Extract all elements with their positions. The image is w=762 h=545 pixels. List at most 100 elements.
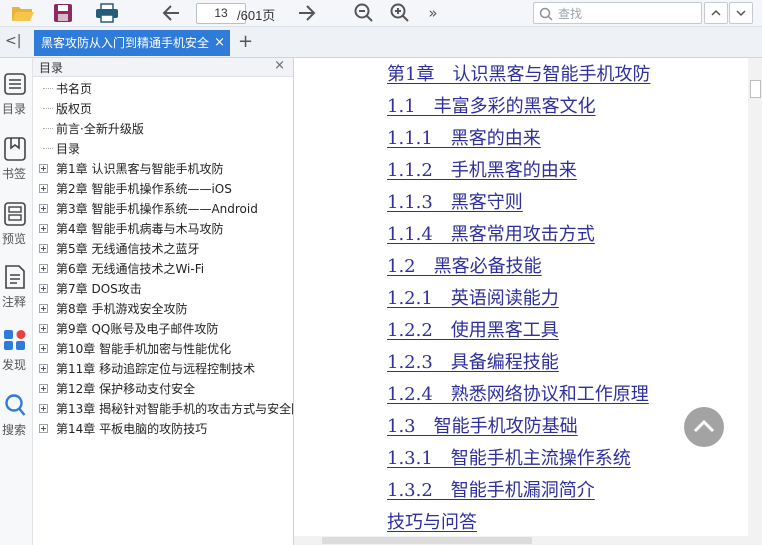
chapter-link[interactable]: 技巧与问答 [387, 508, 477, 534]
chapter-link[interactable]: 1.2.4 熟悉网络协议和工作原理 [387, 380, 649, 406]
scroll-to-top-button[interactable] [684, 407, 724, 447]
toc-item[interactable]: 第4章 智能手机病毒与木马攻防 [33, 218, 293, 238]
sidebar-item-preview[interactable] [0, 201, 32, 231]
tab-document[interactable]: 黑客攻防从入门到精通手机安全篇 × [34, 30, 230, 56]
toc-item[interactable]: 第14章 平板电脑的攻防技巧 [33, 418, 293, 438]
toc-item[interactable]: 书名页 [33, 78, 293, 98]
chapter-link[interactable]: 1.3.1 智能手机主流操作系统 [387, 444, 631, 470]
sidebar-item-bookmark[interactable] [0, 136, 32, 166]
toc-item[interactable]: 第6章 无线通信技术之Wi-Fi [33, 258, 293, 278]
toc-item-label: 第8章 手机游戏安全攻防 [56, 302, 188, 316]
search-box[interactable]: 查找 [533, 2, 702, 24]
chapter-link[interactable]: 1.1.2 手机黑客的由来 [387, 156, 577, 182]
toolbar: 13 /601页 » 查找 [0, 0, 762, 27]
discover-icon [4, 330, 26, 350]
close-icon[interactable]: × [274, 58, 285, 73]
expand-plus-icon[interactable] [39, 404, 48, 413]
chapter-link[interactable]: 1.1.1 黑客的由来 [387, 124, 541, 150]
expand-plus-icon[interactable] [39, 224, 48, 233]
horizontal-scrollbar[interactable] [294, 536, 762, 545]
toc-item-label: 第3章 智能手机操作系统——Android [56, 202, 258, 216]
sidebar-item-toc[interactable] [0, 72, 32, 100]
search-next-button[interactable] [729, 2, 753, 24]
chapter-link[interactable]: 1.2.3 具备编程技能 [387, 348, 559, 374]
expand-plus-icon[interactable] [39, 324, 48, 333]
horizontal-scroll-thumb[interactable] [322, 537, 532, 544]
folder-open-icon[interactable] [8, 0, 38, 26]
sidebar-rail: 目录 书签 预览 注释 发现 搜索 [0, 58, 33, 545]
toc-item-label: 第14章 平板电脑的攻防技巧 [56, 422, 208, 436]
chapter-link[interactable]: 1.1.4 黑客常用攻击方式 [387, 220, 595, 246]
expand-plus-icon[interactable] [39, 264, 48, 273]
search-input[interactable]: 查找 [558, 5, 582, 22]
expand-plus-icon[interactable] [39, 304, 48, 313]
toc-item[interactable]: 第1章 认识黑客与智能手机攻防 [33, 158, 293, 178]
search-icon [5, 394, 26, 416]
sidebar-item-discover[interactable] [0, 328, 32, 356]
toc-title: 目录 [39, 61, 64, 75]
toc-item[interactable]: 第5章 无线通信技术之蓝牙 [33, 238, 293, 258]
print-icon[interactable] [92, 0, 122, 26]
toc-item[interactable]: 第12章 保护移动支付安全 [33, 378, 293, 398]
toc-item[interactable]: 第9章 QQ账号及电子邮件攻防 [33, 318, 293, 338]
bookmark-icon [4, 137, 26, 161]
toc-item[interactable]: 第2章 智能手机操作系统——iOS [33, 178, 293, 198]
toc-item[interactable]: 第10章 智能手机加密与性能优化 [33, 338, 293, 358]
chapter-link[interactable]: 1.3.2 智能手机漏洞简介 [387, 476, 595, 502]
toc-item-label: 第9章 QQ账号及电子邮件攻防 [56, 322, 219, 336]
toc-item[interactable]: 第3章 智能手机操作系统——Android [33, 198, 293, 218]
expand-plus-icon[interactable] [39, 424, 48, 433]
chapter-link[interactable]: 1.2.1 英语阅读能力 [387, 284, 559, 310]
tree-connector [43, 128, 53, 129]
chapter-link[interactable]: 第1章 认识黑客与智能手机攻防 [387, 60, 650, 86]
tab-bar: <| 黑客攻防从入门到精通手机安全篇 × + [0, 27, 762, 58]
add-tab-button[interactable]: + [238, 31, 253, 52]
sidebar-item-annotation[interactable] [0, 264, 32, 294]
arrow-left-icon[interactable] [158, 0, 184, 26]
chapter-link[interactable]: 1.1 丰富多彩的黑客文化 [387, 92, 596, 118]
zoom-out-icon[interactable] [352, 0, 376, 26]
toc-item-label: 第7章 DOS攻击 [56, 282, 142, 296]
toc-item-label: 第1章 认识黑客与智能手机攻防 [56, 162, 224, 176]
expand-plus-icon[interactable] [39, 284, 48, 293]
double-chevron-right-icon[interactable]: » [424, 0, 442, 26]
tree-connector [43, 88, 53, 89]
vertical-scroll-thumb[interactable] [750, 80, 761, 98]
expand-plus-icon[interactable] [39, 344, 48, 353]
sidebar-label-search: 搜索 [1, 423, 26, 437]
close-icon[interactable]: × [214, 30, 225, 56]
zoom-in-icon[interactable] [388, 0, 412, 26]
vertical-scrollbar[interactable] [748, 58, 762, 536]
expand-plus-icon[interactable] [39, 364, 48, 373]
toc-item[interactable]: 目录 [33, 138, 293, 158]
sidebar-label-annotation: 注释 [1, 295, 26, 309]
toc-item[interactable]: 第8章 手机游戏安全攻防 [33, 298, 293, 318]
expand-plus-icon[interactable] [39, 384, 48, 393]
expand-plus-icon[interactable] [39, 244, 48, 253]
sidebar-item-search[interactable] [0, 393, 32, 423]
toc-item[interactable]: 第13章 揭秘针对智能手机的攻击方式与安全防范 [33, 398, 293, 418]
expand-plus-icon[interactable] [39, 164, 48, 173]
toc-item-label: 第6章 无线通信技术之Wi-Fi [56, 262, 205, 276]
tree-connector [43, 148, 53, 149]
collapse-sidebar-button[interactable]: <| [5, 33, 21, 49]
arrow-right-icon[interactable] [294, 0, 320, 26]
chapter-link[interactable]: 1.3 智能手机攻防基础 [387, 412, 578, 438]
tab-document-label: 黑客攻防从入门到精通手机安全篇 [41, 36, 209, 50]
chapter-link[interactable]: 1.2.2 使用黑客工具 [387, 316, 559, 342]
expand-plus-icon[interactable] [39, 184, 48, 193]
toc-item-label: 目录 [56, 142, 81, 156]
toc-item-label: 前言·全新升级版 [56, 122, 144, 136]
save-icon[interactable] [50, 0, 76, 26]
expand-plus-icon[interactable] [39, 204, 48, 213]
toc-item-label: 书名页 [56, 82, 93, 96]
sidebar-label-toc: 目录 [1, 102, 26, 116]
search-prev-button[interactable] [704, 2, 728, 24]
chapter-link[interactable]: 1.2 黑客必备技能 [387, 252, 542, 278]
toc-item[interactable]: 版权页 [33, 98, 293, 118]
toc-item[interactable]: 前言·全新升级版 [33, 118, 293, 138]
chapter-link[interactable]: 1.1.3 黑客守则 [387, 188, 523, 214]
toc-item[interactable]: 第7章 DOS攻击 [33, 278, 293, 298]
chevron-down-icon [736, 10, 746, 17]
toc-item[interactable]: 第11章 移动追踪定位与远程控制技术 [33, 358, 293, 378]
